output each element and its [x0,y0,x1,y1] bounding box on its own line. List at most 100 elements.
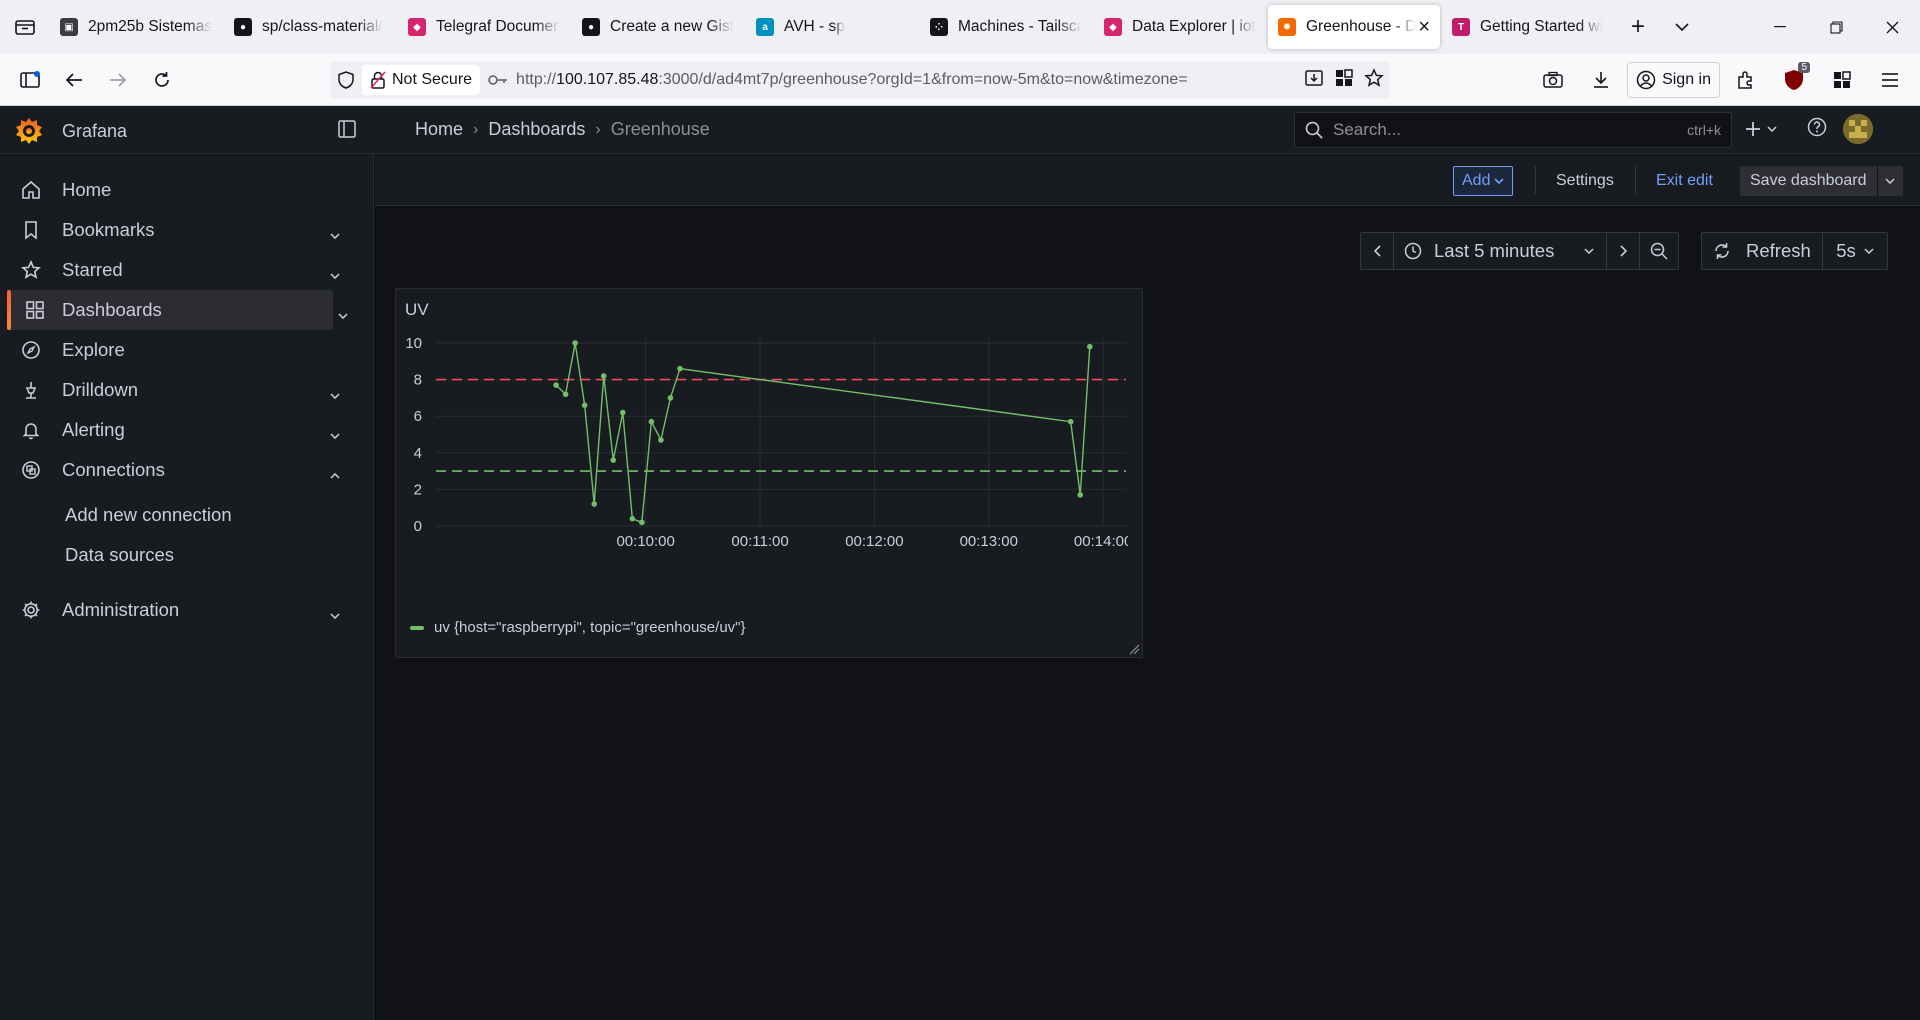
browser-tab[interactable]: ⁘ Machines - Tailsca [920,5,1092,49]
close-window-button[interactable] [1864,0,1920,54]
dashboard-main: Add Settings Exit edit Save dashboard La… [375,154,1920,1020]
search-input[interactable]: Search... ctrl+k [1294,112,1732,148]
uv-panel[interactable]: UV 0 2 4 6 8 10 00:10:00 00:11:00 00:12:00 00:13:… [395,288,1143,658]
y-tick-label: 10 [405,335,422,352]
downloads-button[interactable] [1579,58,1623,102]
arrow-right-icon [110,72,127,87]
sign-in-button[interactable]: Sign in [1627,62,1720,98]
account-icon [1636,70,1656,90]
save-to-pocket-icon[interactable] [1304,68,1324,93]
extensions-button[interactable] [1724,58,1768,102]
key-icon[interactable] [480,74,516,86]
breadcrumb-home[interactable]: Home [415,119,463,140]
close-tab-icon[interactable]: × [1418,16,1430,39]
sidebar-item-drilldown[interactable]: Drilldown [0,370,340,410]
save-dashboard-button[interactable]: Save dashboard [1740,166,1903,196]
chevron-down-icon[interactable] [338,302,348,324]
shield-icon [338,71,354,89]
new-tab-button[interactable]: + [1616,0,1660,54]
reload-button[interactable] [140,58,184,102]
apps-button[interactable] [1820,58,1864,102]
not-secure-indicator[interactable]: Not Secure [362,65,481,95]
chevron-up-icon[interactable] [330,462,340,484]
forward-button[interactable] [96,58,140,102]
dock-menu-button[interactable] [338,120,356,143]
sidebar-item-home[interactable]: Home [0,170,340,210]
extension-grid-icon[interactable] [1334,68,1354,93]
url-text[interactable]: http://100.107.85.48:3000/d/ad4mt7p/gree… [516,71,1276,89]
time-forward-button[interactable] [1606,232,1640,270]
refresh-interval-picker[interactable]: 5s [1822,232,1888,270]
ublock-button[interactable]: 5 [1772,58,1816,102]
browser-tab-title: 2pm25b Sistemas [88,18,212,35]
brand[interactable]: Grafana [14,116,127,146]
browser-tab-title: Getting Started wi [1480,18,1604,35]
new-menu-button[interactable] [1745,121,1777,137]
bookmark-star-icon[interactable] [1364,67,1384,93]
save-options-button[interactable] [1876,166,1903,196]
search-placeholder: Search... [1333,120,1402,139]
browser-tab[interactable]: ● Create a new Gist [572,5,744,49]
legend-label[interactable]: uv {host="raspberrypi", topic="greenhous… [434,619,746,636]
x-tick-label: 00:12:00 [845,533,903,550]
toolbar-divider [1535,166,1536,194]
breadcrumb-dashboards[interactable]: Dashboards [488,119,585,140]
sidebar-item-data-sources[interactable]: Data sources [65,544,174,566]
sidebar-item-dashboards[interactable]: Dashboards [7,290,348,330]
contact-card-icon: ▣ [60,18,78,36]
sidebar-item-add-new-connection[interactable]: Add new connection [65,504,232,526]
chevron-down-icon[interactable] [330,222,340,244]
tab-list-button[interactable] [0,0,50,54]
app-menu-button[interactable] [1868,58,1912,102]
time-picker: Last 5 minutes [1360,232,1679,270]
sidebar-item-alerting[interactable]: Alerting [0,410,340,450]
clock-icon [1404,242,1422,260]
plus-icon [1746,122,1760,136]
sidebar-item-starred[interactable]: Starred [0,250,340,290]
back-button[interactable] [52,58,96,102]
exit-edit-button[interactable]: Exit edit [1656,166,1713,196]
browser-tab[interactable]: ▣ 2pm25b Sistemas [50,5,222,49]
tracking-protection-button[interactable] [330,71,362,89]
chevron-down-icon[interactable] [330,422,340,444]
browser-tab-title: AVH - sp [784,18,845,35]
restore-button[interactable] [1808,0,1864,54]
chevron-down-icon [1675,22,1689,31]
data-point [1077,492,1084,498]
zoom-out-icon [1650,242,1668,260]
settings-button[interactable]: Settings [1556,166,1614,196]
uv-line-chart[interactable]: 0 2 4 6 8 10 00:10:00 00:11:00 00:12:00 00:13:00 0… [396,329,1142,609]
chevron-down-icon[interactable] [330,602,340,624]
time-range-label: Last 5 minutes [1434,240,1555,261]
browser-tab[interactable]: ◆ Data Explorer | iot [1094,5,1266,49]
resize-handle-icon[interactable] [1128,643,1140,655]
sidebar-item-bookmarks[interactable]: Bookmarks [0,210,340,250]
data-point [581,402,588,409]
avatar[interactable] [1843,114,1873,144]
chevron-down-icon[interactable] [330,262,340,284]
tab-overflow-button[interactable] [1660,0,1704,54]
chevron-down-icon[interactable] [330,382,340,404]
sidebar-item-connections[interactable]: Connections [0,450,340,490]
browser-tab[interactable]: ◆ Telegraf Documen [398,5,570,49]
time-range-picker[interactable]: Last 5 minutes [1393,232,1607,270]
browser-tab[interactable]: ✹ Greenhouse - D × [1268,5,1440,49]
zoom-out-button[interactable] [1639,232,1679,270]
time-back-button[interactable] [1360,232,1394,270]
sidebar-item-explore[interactable]: Explore [0,330,340,370]
browser-tab[interactable]: a AVH - sp [746,5,918,49]
screenshot-button[interactable] [1531,58,1575,102]
chevron-right-icon [1619,245,1627,257]
sidebar-item-administration[interactable]: Administration [0,590,340,630]
sidebar-toggle-button[interactable] [8,58,52,102]
browser-tab[interactable]: T Getting Started wi [1442,5,1614,49]
minimize-button[interactable] [1752,0,1808,54]
add-button[interactable]: Add [1453,166,1514,196]
address-bar[interactable]: Not Secure http://100.107.85.48:3000/d/a… [330,61,1390,99]
data-point [591,501,598,507]
hamburger-icon [1882,73,1898,87]
help-button[interactable] [1807,117,1827,142]
data-point [562,391,569,398]
refresh-button[interactable]: Refresh [1701,232,1823,270]
browser-tab[interactable]: ● sp/class-material/ [224,5,396,49]
